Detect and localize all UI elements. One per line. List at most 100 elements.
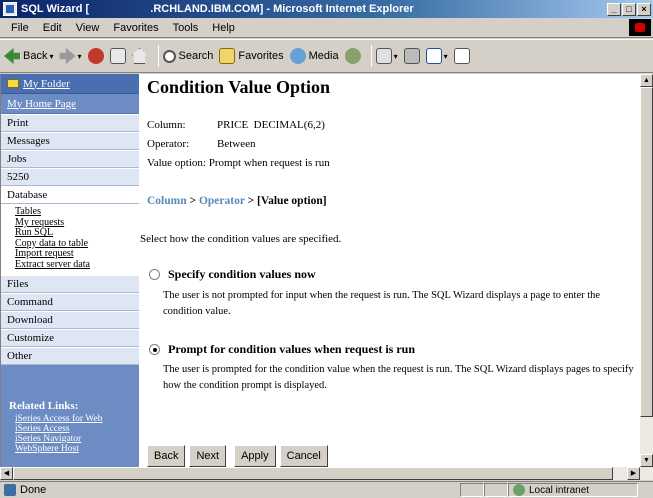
minimize-button[interactable]: _	[607, 2, 621, 16]
option-specify-now[interactable]: Specify condition values now	[149, 267, 316, 282]
sidebar-item-jobs[interactable]: Jobs	[1, 150, 139, 168]
option-prompt-at-run[interactable]: Prompt for condition values when request…	[149, 342, 415, 357]
stop-button[interactable]	[87, 48, 104, 64]
search-button[interactable]: Search	[162, 49, 214, 63]
back-button[interactable]: Back ▾	[4, 48, 53, 64]
apply-button[interactable]: Apply	[234, 445, 276, 467]
sidebar-item-other[interactable]: Other	[1, 346, 139, 365]
instruction-text: Select how the condition values are spec…	[140, 233, 342, 245]
menu-view[interactable]: View	[76, 22, 100, 34]
forward-arrow-icon	[59, 48, 76, 64]
status-panel	[484, 483, 508, 497]
back-dropdown-icon[interactable]: ▾	[49, 52, 53, 61]
option-specify-now-description: The user is not prompted for input when …	[163, 290, 601, 317]
sidebar-item-customize[interactable]: Customize	[1, 328, 139, 347]
search-icon	[162, 49, 176, 63]
browser-toolbar: Back ▾ ▾ Search Favorites Media ▾ ▾	[0, 39, 653, 73]
sidebar-item-5250[interactable]: 5250	[1, 168, 139, 186]
page-viewport: My Folder My Home Page Print Messages Jo…	[0, 74, 640, 467]
toolbar-separator	[157, 45, 159, 67]
vertical-scroll-thumb[interactable]	[640, 87, 653, 417]
horizontal-scroll-thumb[interactable]	[13, 467, 613, 480]
security-zone-label: Local intranet	[529, 484, 590, 496]
related-link-iseries-access-for-web[interactable]: iSeries Access for Web	[9, 414, 139, 424]
history-button[interactable]	[344, 48, 361, 64]
sidebar-item-command[interactable]: Command	[1, 292, 139, 311]
home-button[interactable]	[131, 48, 148, 64]
folder-icon	[7, 79, 19, 88]
related-links-panel: Related Links: iSeries Access for Web iS…	[1, 392, 139, 467]
option-prompt-at-run-label: Prompt for condition values when request…	[168, 342, 416, 356]
menu-favorites[interactable]: Favorites	[113, 22, 158, 34]
value-option-row: Value option: Prompt when request is run	[147, 157, 330, 169]
my-home-page-link[interactable]: My Home Page	[7, 98, 76, 110]
media-label: Media	[308, 50, 339, 62]
my-folder-row: My Folder	[1, 74, 139, 94]
horizontal-scrollbar[interactable]: ◀ ▶	[0, 467, 653, 480]
sidebar-item-files[interactable]: Files	[1, 274, 139, 293]
page-title: Condition Value Option	[147, 77, 331, 97]
scroll-down-icon[interactable]: ▼	[640, 454, 653, 467]
close-button[interactable]: ×	[637, 2, 651, 16]
breadcrumb-column-link[interactable]: Column	[147, 195, 187, 207]
media-button[interactable]: Media	[289, 48, 339, 64]
mail-icon	[375, 48, 392, 64]
cancel-button[interactable]: Cancel	[279, 445, 328, 467]
refresh-icon	[109, 48, 126, 64]
menu-file[interactable]: File	[11, 22, 29, 34]
breadcrumb-separator: >	[244, 195, 258, 207]
back-wizard-button[interactable]: Back	[147, 445, 186, 467]
sidebar-item-download[interactable]: Download	[1, 310, 139, 329]
radio-prompt-at-run[interactable]	[149, 344, 160, 355]
option-specify-now-label: Specify condition values now	[168, 267, 316, 281]
subnav-extract-server-data[interactable]: Extract server data	[15, 259, 139, 271]
operator-value: Between	[217, 138, 256, 150]
my-folder-link[interactable]: My Folder	[23, 78, 70, 90]
sidebar-item-database[interactable]: Database	[1, 186, 139, 204]
toolbar-separator	[370, 45, 372, 67]
mail-button[interactable]: ▾	[375, 48, 398, 64]
history-icon	[344, 48, 361, 64]
forward-dropdown-icon[interactable]: ▾	[77, 52, 81, 61]
menu-help[interactable]: Help	[212, 22, 235, 34]
print-icon	[403, 48, 420, 64]
scroll-left-icon[interactable]: ◀	[0, 467, 13, 480]
breadcrumb-operator-link[interactable]: Operator	[199, 195, 245, 207]
discuss-button[interactable]	[453, 48, 470, 64]
edit-dropdown-icon[interactable]: ▾	[444, 52, 448, 61]
operator-label: Operator:	[147, 138, 190, 150]
related-link-iseries-navigator[interactable]: iSeries Navigator	[9, 434, 139, 444]
related-links-title: Related Links:	[9, 400, 79, 412]
related-link-websphere-host[interactable]: WebSphere Host	[9, 444, 139, 454]
subnav-tables[interactable]: Tables	[15, 206, 139, 218]
related-link-iseries-access[interactable]: iSeries Access	[9, 424, 139, 434]
discuss-icon	[453, 48, 470, 64]
main-content: Condition Value Option Column: PRICE DEC…	[140, 74, 640, 467]
next-button[interactable]: Next	[189, 445, 227, 467]
intranet-icon	[513, 484, 525, 496]
radio-specify-now[interactable]	[149, 269, 160, 280]
scroll-up-icon[interactable]: ▲	[640, 74, 653, 87]
maximize-button[interactable]: □	[622, 2, 636, 16]
operator-row: Operator: Between	[147, 138, 255, 150]
favorites-button[interactable]: Favorites	[219, 48, 284, 64]
sidebar-item-messages[interactable]: Messages	[1, 132, 139, 150]
security-zone: Local intranet	[508, 483, 638, 497]
breadcrumb-current: [Value option]	[257, 195, 327, 207]
forward-button[interactable]: ▾	[59, 48, 82, 64]
refresh-button[interactable]	[109, 48, 126, 64]
vertical-scrollbar[interactable]: ▲ ▼	[640, 74, 653, 467]
menu-tools[interactable]: Tools	[173, 22, 199, 34]
windows-logo-icon	[629, 19, 651, 36]
stop-icon	[87, 48, 104, 64]
edit-word-button[interactable]: ▾	[425, 48, 448, 64]
page-done-icon	[4, 484, 16, 496]
mail-dropdown-icon[interactable]: ▾	[394, 52, 398, 61]
search-label: Search	[178, 50, 214, 62]
column-label: Column:	[147, 119, 186, 131]
scroll-right-icon[interactable]: ▶	[627, 467, 640, 480]
menu-edit[interactable]: Edit	[43, 22, 62, 34]
print-button[interactable]	[403, 48, 420, 64]
sidebar-item-print[interactable]: Print	[1, 114, 139, 132]
status-panel	[460, 483, 484, 497]
